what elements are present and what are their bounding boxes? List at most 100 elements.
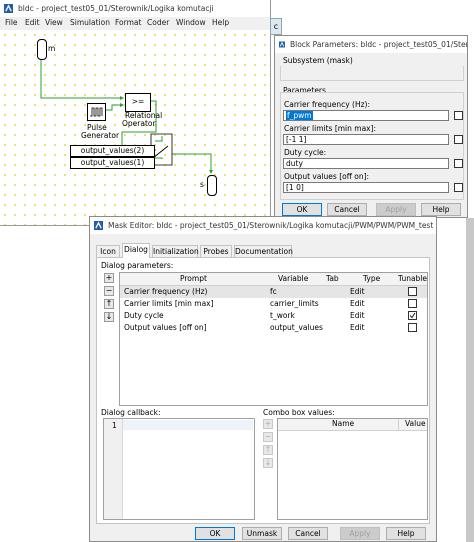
table-row[interactable]: Output values [off on] output_values Edi… <box>120 322 427 334</box>
row-prompt: Carrier limits [min max] <box>124 299 214 308</box>
carrier-frequency-checkbox[interactable] <box>454 111 463 120</box>
background-tab[interactable]: c <box>270 18 282 35</box>
relational-label-2: Operator <box>122 119 156 128</box>
row-prompt: Output values [off on] <box>124 323 207 332</box>
mask-editor-window: Mask Editor: bldc - project_test05_01/St… <box>89 216 437 542</box>
remove-param-button[interactable]: − <box>104 286 114 296</box>
add-icon: + <box>264 419 272 428</box>
block-params-title: Block Parameters: bldc - project_test05_… <box>289 40 467 49</box>
checkmark-icon <box>409 312 416 319</box>
carrier-limits-label: Carrier limits [min max]: <box>284 124 377 133</box>
menu-file[interactable]: File <box>5 18 18 27</box>
block-params-help-button[interactable]: Help <box>421 203 461 216</box>
combo-up-button[interactable]: ↑ <box>263 445 273 455</box>
row-prompt: Duty cycle <box>124 311 164 320</box>
combo-values-table[interactable]: Name Value <box>277 418 428 520</box>
table-row[interactable]: Carrier frequency (Hz) fc Edit <box>120 286 427 298</box>
duty-cycle-field[interactable]: duty <box>283 158 449 169</box>
row-tunable-checkbox[interactable] <box>408 323 417 332</box>
simulink-window: bldc - project_test05_01/Sterownik/Logik… <box>0 0 271 226</box>
tab-probes[interactable]: Probes <box>200 245 232 257</box>
inport-m-block[interactable] <box>37 39 47 60</box>
callback-editor[interactable]: 1 <box>103 418 255 520</box>
combo-down-button[interactable]: ↓ <box>263 458 273 468</box>
simulink-titlebar[interactable]: bldc - project_test05_01/Sterownik/Logik… <box>0 0 270 17</box>
menu-coder[interactable]: Coder <box>147 18 169 27</box>
pulse-generator-label-2: Generator <box>81 131 120 140</box>
arrow-down-icon: ↓ <box>105 312 113 321</box>
block-params-titlebar[interactable]: Block Parameters: bldc - project_test05_… <box>275 36 467 53</box>
menu-simulation[interactable]: Simulation <box>70 18 110 27</box>
mask-editor-body: Icon Dialog Initialization Probes Docume… <box>90 233 436 541</box>
menu-view[interactable]: View <box>45 18 63 27</box>
mask-help-button[interactable]: Help <box>386 527 426 540</box>
add-param-button[interactable]: + <box>104 273 114 283</box>
outport-s-block[interactable] <box>207 175 217 196</box>
mask-ok-button[interactable]: OK <box>195 527 235 540</box>
constant-output-values-1[interactable]: output_values(1) <box>70 157 155 169</box>
menu-format[interactable]: Format <box>115 18 141 27</box>
row-variable: carrier_limits <box>270 299 319 308</box>
combo-header-value: Value <box>405 419 426 428</box>
tab-dialog[interactable]: Dialog <box>122 243 150 258</box>
output-values-checkbox[interactable] <box>454 183 463 192</box>
desktop-background <box>466 218 474 542</box>
row-tunable-checkbox[interactable] <box>408 299 417 308</box>
arrow-down-icon: ↓ <box>264 458 272 467</box>
block-params-apply-button[interactable]: Apply <box>376 203 416 216</box>
tab-initialization[interactable]: Initialization <box>152 245 199 257</box>
duty-cycle-checkbox[interactable] <box>454 159 463 168</box>
unmask-button[interactable]: Unmask <box>242 527 282 540</box>
inport-m-label: m <box>48 44 56 53</box>
pulse-generator-block[interactable] <box>87 103 106 121</box>
model-canvas[interactable]: m Pulse Generator >= Relational Operator… <box>0 30 270 225</box>
remove-icon: − <box>264 432 272 441</box>
block-parameters-dialog: Block Parameters: bldc - project_test05_… <box>274 35 468 218</box>
relational-operator-block[interactable]: >= <box>125 93 151 112</box>
simulink-title: bldc - project_test05_01/Sterownik/Logik… <box>18 4 214 13</box>
carrier-limits-checkbox[interactable] <box>454 135 463 144</box>
row-type: Edit <box>350 323 365 332</box>
combo-remove-button[interactable]: − <box>263 432 273 442</box>
combo-add-button[interactable]: + <box>263 419 273 429</box>
carrier-limits-field[interactable]: [-1 1] <box>283 134 449 145</box>
constant-output-values-1-label: output_values(1) <box>80 158 145 167</box>
row-tunable-checkbox[interactable] <box>408 287 417 296</box>
callback-label: Dialog callback: <box>101 408 161 417</box>
mask-editor-title: Mask Editor: bldc - project_test05_01/St… <box>108 221 434 230</box>
header-tab: Tab <box>326 274 339 283</box>
pulse-wave-icon <box>90 107 103 117</box>
subsystem-group <box>280 66 464 81</box>
output-values-field[interactable]: [1 0] <box>283 182 449 193</box>
combo-table-header: Name Value <box>278 419 427 431</box>
menu-window[interactable]: Window <box>176 18 206 27</box>
signal-line-m <box>40 58 120 99</box>
mask-cancel-button[interactable]: Cancel <box>288 527 328 540</box>
mask-apply-button[interactable]: Apply <box>340 527 380 540</box>
constant-output-values-2-label: output_values(2) <box>80 146 145 155</box>
menu-edit[interactable]: Edit <box>25 18 40 27</box>
tab-icon[interactable]: Icon <box>96 245 120 257</box>
header-type: Type <box>363 274 381 283</box>
table-row[interactable]: Carrier limits [min max] carrier_limits … <box>120 298 427 310</box>
move-up-button[interactable]: ↑ <box>104 299 114 309</box>
relational-symbol: >= <box>131 97 145 106</box>
row-tunable-checkbox[interactable] <box>408 311 417 320</box>
row-type: Edit <box>350 311 365 320</box>
header-variable: Variable <box>278 274 309 283</box>
mask-editor-titlebar[interactable]: Mask Editor: bldc - project_test05_01/St… <box>90 217 436 234</box>
menu-help[interactable]: Help <box>212 18 229 27</box>
tab-documentation[interactable]: Documentation <box>234 245 293 257</box>
header-tunable: Tunable <box>398 274 428 283</box>
block-params-ok-button[interactable]: OK <box>282 203 322 216</box>
carrier-frequency-field[interactable]: f_pwm <box>283 110 449 121</box>
constant-output-values-2[interactable]: output_values(2) <box>70 145 155 157</box>
table-row[interactable]: Duty cycle t_work Edit <box>120 310 427 322</box>
signal-line-out <box>172 153 212 170</box>
params-table: Prompt Variable Tab Type Tunable Carrier… <box>119 272 428 406</box>
move-down-button[interactable]: ↓ <box>104 312 114 322</box>
carrier-frequency-label: Carrier frequency (Hz): <box>284 100 370 109</box>
line-number-gutter: 1 <box>104 419 123 519</box>
row-variable: fc <box>270 287 277 296</box>
block-params-cancel-button[interactable]: Cancel <box>327 203 367 216</box>
